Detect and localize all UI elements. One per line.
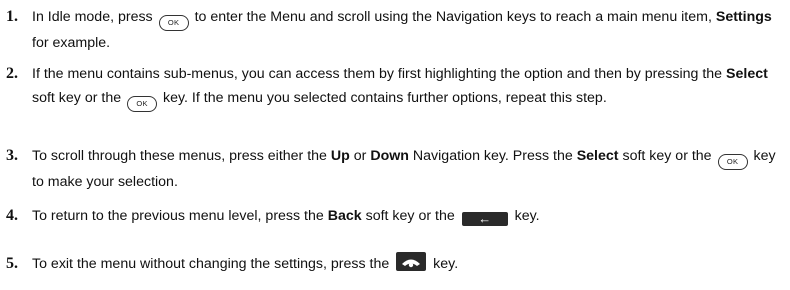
ok-key-icon: OK	[127, 96, 158, 112]
step-number: 3.	[6, 147, 18, 164]
step-text: To scroll through these menus, press eit…	[32, 144, 784, 194]
soft-key-name: Select	[726, 66, 768, 82]
text-segment: key.	[514, 208, 540, 224]
text-segment: key. If the menu you selected contains f…	[163, 90, 607, 106]
text-segment: soft key or the	[365, 208, 455, 224]
end-key-icon	[396, 252, 427, 279]
text-segment: soft key or the	[32, 90, 122, 106]
step-text: If the menu contains sub-menus, you can …	[32, 62, 784, 112]
ok-key-icon: OK	[717, 154, 748, 170]
step-number: 1.	[6, 8, 18, 25]
step-text: In Idle mode, press OK to enter the Menu…	[32, 5, 784, 55]
menu-item-name: Settings	[715, 9, 772, 25]
text-segment: Navigation key. Press the	[412, 148, 573, 164]
text-segment: To exit the menu without changing the se…	[32, 256, 390, 272]
soft-key-name: Back	[327, 208, 362, 224]
text-segment: If the menu contains sub-menus, you can …	[32, 66, 723, 82]
step-number: 2.	[6, 65, 18, 82]
text-segment: soft key or the	[622, 148, 712, 164]
text-segment: To scroll through these menus, press eit…	[32, 148, 327, 164]
step-number: 4.	[6, 207, 18, 224]
text-segment: In Idle mode, press	[32, 9, 153, 25]
nav-key-name: Up	[330, 148, 350, 164]
step-text: To exit the menu without changing the se…	[32, 252, 784, 279]
ok-key-icon: OK	[158, 15, 189, 31]
step-text: To return to the previous menu level, pr…	[32, 204, 784, 228]
soft-key-name: Select	[576, 148, 619, 164]
text-segment: or	[353, 148, 367, 164]
text-segment: for example.	[32, 35, 111, 51]
step-number: 5.	[6, 255, 18, 272]
text-segment: to enter the Menu and scroll using the N…	[194, 9, 712, 25]
text-segment: To return to the previous menu level, pr…	[32, 208, 324, 224]
text-segment: key.	[433, 256, 459, 272]
instruction-list: 1. In Idle mode, press OK to enter the M…	[0, 0, 790, 290]
nav-key-name: Down	[370, 148, 409, 164]
back-key-icon: ←	[461, 212, 508, 226]
